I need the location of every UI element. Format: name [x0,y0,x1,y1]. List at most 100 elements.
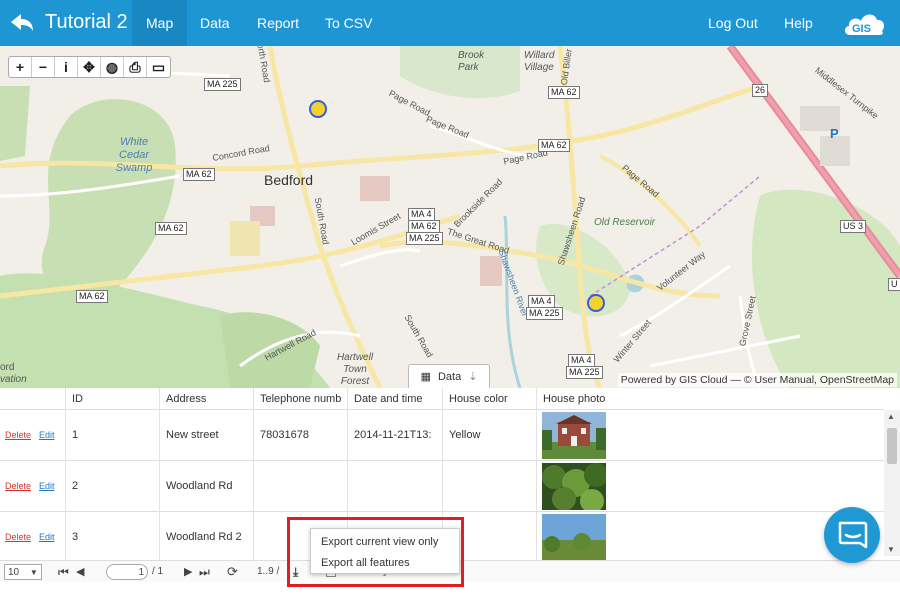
scroll-up-icon[interactable]: ▲ [887,412,895,421]
map-toolbar: + − i ✥ ◍ ⎙ ▭ [8,56,171,78]
scroll-thumb[interactable] [887,428,897,464]
data-panel-toggle[interactable]: ▦ Data ⇣ [408,364,490,388]
cell-id: 3 [65,512,159,560]
shield-ma225-c: MA 225 [566,366,603,379]
col-actions [0,388,65,410]
layers-button[interactable]: ▭ [147,57,170,77]
tab-report[interactable]: Report [243,0,313,46]
col-house-color[interactable]: House color [442,388,536,410]
gis-cloud-logo-icon: GIS [844,14,885,35]
tab-data[interactable]: Data [186,0,244,46]
app-title: Tutorial 2 [45,11,128,33]
shield-ma62-d: MA 62 [548,86,580,99]
delete-link[interactable]: Delete [5,410,31,461]
map-label-hartwell-town-forest: Hartwell Town Forest [336,352,374,387]
zoom-out-button[interactable]: − [32,57,55,77]
tab-to-csv[interactable]: To CSV [311,0,386,46]
cell-telephone: 78031678 [253,410,347,461]
zoom-in-button[interactable]: + [9,57,32,77]
scroll-down-icon[interactable]: ▼ [887,545,895,554]
map-label-brook-park: Brook Park [458,50,485,73]
shield-ma225-a: MA 225 [204,78,241,91]
download-icon[interactable]: ⤓ [293,564,298,580]
page-size-select[interactable]: 10 ▼ [4,564,42,580]
cell-telephone [253,461,347,512]
map-label-bedford: Bedford [264,172,314,188]
refresh-icon[interactable]: ⟳ [227,564,238,580]
back-arrow-icon[interactable] [8,9,36,37]
table-header: ID Address Telephone numb Date and time … [0,388,884,410]
cell-date-time [347,461,442,512]
log-out-link[interactable]: Log Out [694,0,772,46]
edit-link[interactable]: Edit [39,512,55,560]
cell-id: 1 [65,410,159,461]
house-photo-thumbnail[interactable] [542,463,606,510]
shield-ma62-a: MA 62 [183,168,215,181]
shield-ma225-stack: MA 225 [406,232,443,245]
cell-id: 2 [65,461,159,512]
pan-button[interactable]: ✥ [78,57,101,77]
cell-date-time: 2014-11-21T13: [347,410,442,461]
table-scrollbar[interactable]: ▲ ▼ [884,410,900,556]
chat-button[interactable] [824,507,880,563]
tab-map[interactable]: Map [132,0,188,46]
map-label-white-cedar-swamp: White Cedar Swamp [115,136,153,174]
cell-address: Woodland Rd [159,461,253,512]
cell-house-color: Yellow [442,410,536,461]
cell-address: Woodland Rd 2 [159,512,253,560]
col-telephone[interactable]: Telephone numb [253,388,347,410]
shield-ma62-e: MA 62 [538,139,570,152]
map-label-ord: ord [0,362,15,373]
map-label-willard-village: Willard Village [524,50,555,73]
edit-link[interactable]: Edit [39,410,55,461]
top-bar: Tutorial 2 Map Data Report To CSV Log Ou… [0,0,900,46]
arrow-down-icon: ⇣ [468,371,478,383]
shield-us3: US 3 [840,220,867,233]
parking-icon: P [830,126,839,141]
col-house-photo[interactable]: House photo [536,388,646,410]
page-size-value: 10 [8,567,20,578]
col-address[interactable]: Address [159,388,253,410]
table-row[interactable]: Delete Edit 1 New street 78031678 2014-1… [0,410,884,461]
house-photo-thumbnail[interactable] [542,514,606,560]
next-page-icon[interactable]: ▶ [184,564,192,580]
house-photo-thumbnail[interactable] [542,412,606,459]
map-marker-2[interactable] [586,293,606,313]
print-button[interactable]: ⎙ [124,57,147,77]
last-page-icon[interactable]: ⏭ [199,564,210,580]
edit-link[interactable]: Edit [39,461,55,512]
prev-page-icon[interactable]: ◀ [76,564,84,580]
shield-ma62-c: MA 62 [76,290,108,303]
export-current-view-item[interactable]: Export current view only [321,533,438,551]
shield-u: U [888,278,900,291]
delete-link[interactable]: Delete [5,461,31,512]
export-menu: Export current view only Export all feat… [310,528,460,574]
help-link[interactable]: Help [770,0,827,46]
info-button[interactable]: i [55,57,78,77]
map-label-vation: vation [0,374,27,385]
total-pages: / 1 [152,566,164,577]
current-page-input[interactable]: 1 [106,564,148,580]
col-date-time[interactable]: Date and time [347,388,442,410]
shield-ma225-b: MA 225 [526,307,563,320]
shield-route26: 26 [752,84,769,97]
map-attribution: Powered by GIS Cloud — © User Manual, Op… [617,373,897,387]
col-id[interactable]: ID [65,388,159,410]
delete-link[interactable]: Delete [5,512,31,560]
cell-address: New street [159,410,253,461]
gis-logo-text: GIS [852,23,871,35]
first-page-icon[interactable]: ⏮ [58,564,69,580]
shield-ma62-b: MA 62 [155,222,187,235]
map-marker-1[interactable] [308,99,328,119]
table-row[interactable]: Delete Edit 2 Woodland Rd [0,461,884,512]
grid-icon: ▦ [420,371,431,383]
export-all-features-item[interactable]: Export all features [321,554,410,572]
globe-button[interactable]: ◍ [101,57,124,77]
map-view[interactable]: + − i ✥ ◍ ⎙ ▭ Bedford White Cedar Swamp … [0,46,900,388]
data-tab-label: Data [437,370,462,383]
chevron-down-icon: ▼ [29,568,38,577]
cell-house-color [442,461,536,512]
chat-bubble-icon [838,521,868,549]
record-range: 1..9 / [257,566,280,577]
map-label-old-reservoir: Old Reservoir [594,217,656,228]
